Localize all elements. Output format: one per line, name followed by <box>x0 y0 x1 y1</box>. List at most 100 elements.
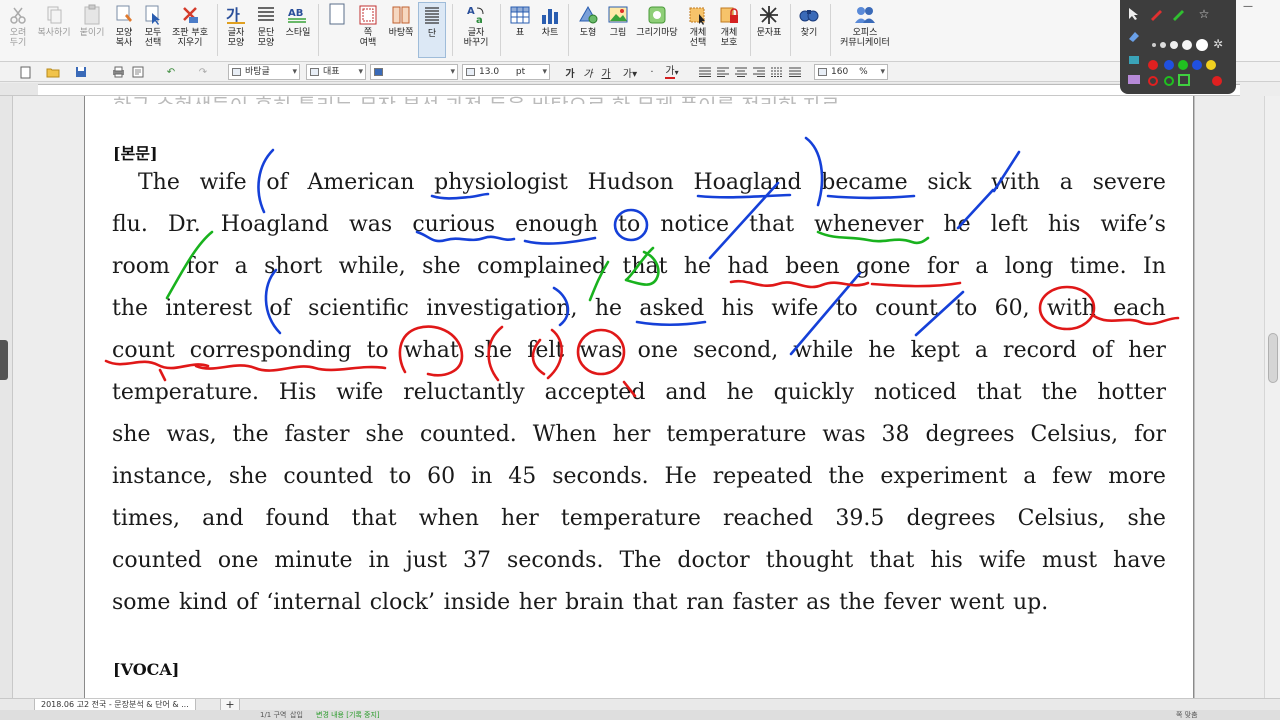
symbol-button[interactable]: 문자표 <box>754 2 784 58</box>
open-button[interactable] <box>40 64 66 80</box>
passage-line[interactable]: the interest of scientific investigation, he a… <box>112 288 1166 330</box>
strike-button[interactable]: 가▾ <box>618 64 642 80</box>
undo-icon: ↶ <box>166 66 176 78</box>
passage-line[interactable]: instance, she counted to 60 in 45 seconds. He rep… <box>112 456 1166 498</box>
page-margin-button[interactable]: 쪽 여백 <box>352 2 384 58</box>
scrollbar-thumb[interactable] <box>1268 333 1278 383</box>
vertical-scrollbar[interactable] <box>1264 96 1280 700</box>
cut-button[interactable]: 오려 두기 <box>2 2 34 58</box>
preview-button[interactable] <box>128 64 148 80</box>
color-blue-dot[interactable] <box>1164 60 1174 70</box>
font-size-select[interactable]: 13.0 pt <box>462 64 550 80</box>
svg-text:A: A <box>467 6 475 17</box>
zoom-select[interactable]: 160 % <box>814 64 888 80</box>
font-select[interactable] <box>370 64 458 80</box>
format-copy-button[interactable]: 모양 복사 <box>110 2 138 58</box>
side-panel-handle[interactable] <box>0 340 8 380</box>
new-doc-button[interactable] <box>14 64 38 80</box>
master-page-button[interactable]: 바탕쪽 <box>386 2 416 58</box>
passage-word: that <box>622 254 668 279</box>
color-red-dot[interactable] <box>1148 60 1158 70</box>
align-left-button[interactable] <box>716 64 730 80</box>
undo-button[interactable]: ↶ <box>156 64 186 80</box>
eraser-tool[interactable] <box>1124 26 1144 46</box>
align-distribute-button[interactable] <box>770 64 784 80</box>
minimize-button[interactable]: — <box>1238 0 1258 12</box>
shape-button[interactable]: 도형 <box>574 2 602 58</box>
size-xs-dot[interactable] <box>1152 43 1156 47</box>
object-protect-label: 개체 보호 <box>720 28 738 48</box>
passage-line[interactable]: room for a short while, she complained that he ha… <box>112 246 1166 288</box>
style-select[interactable]: 바탕글 <box>228 64 300 80</box>
align-split-button[interactable] <box>788 64 802 80</box>
passage-word: one <box>637 338 679 363</box>
style-button[interactable]: AB 스타일 <box>282 2 314 58</box>
align-center-button[interactable] <box>734 64 748 80</box>
pen-green-tool[interactable] <box>1168 4 1188 24</box>
passage-line[interactable]: temperature. His wife reluctantly accepted an… <box>112 372 1166 414</box>
columns-button[interactable]: 단 <box>418 2 446 58</box>
passage-line[interactable]: she was, the faster she counted. When her temper… <box>112 414 1166 456</box>
select-all-button[interactable]: 모두 선택 <box>140 2 166 58</box>
color-blue2-dot[interactable] <box>1192 60 1202 70</box>
passage-word: his <box>1047 212 1081 237</box>
screen-tool[interactable] <box>1124 70 1144 90</box>
settings-tool[interactable]: ✲ <box>1210 36 1226 52</box>
size-m-dot[interactable] <box>1170 41 1178 49</box>
underline-button[interactable]: 가 <box>598 64 614 80</box>
color-green-dot[interactable] <box>1178 60 1188 70</box>
size-s-dot[interactable] <box>1160 42 1166 48</box>
passage-line[interactable]: counted one minute in just 37 seconds. The docto… <box>112 540 1166 582</box>
para-shape-button[interactable]: 문단 모양 <box>252 2 280 58</box>
passage-word: the <box>232 422 269 447</box>
communicator-button[interactable]: 오피스 커뮤니케이터 <box>834 2 896 58</box>
picture-button[interactable]: 그림 <box>604 2 632 58</box>
save-button[interactable] <box>68 64 94 80</box>
passage-word: he <box>943 212 971 237</box>
object-protect-button[interactable]: 개체 보호 <box>714 2 744 58</box>
chart-button[interactable]: 차트 <box>536 2 564 58</box>
find-button[interactable]: 찾기 <box>794 2 824 58</box>
passage-line[interactable]: The wife of American physiologist Hudson Hoagl… <box>112 162 1166 204</box>
align-right-button[interactable] <box>752 64 766 80</box>
passage-line[interactable]: count corresponding to what she felt was one sec… <box>112 330 1166 372</box>
erase-codes-button[interactable]: 조판 부호 지우기 <box>168 2 212 58</box>
ribbon-divider <box>790 4 791 56</box>
passage-word: 37 <box>462 548 491 573</box>
object-select-button[interactable]: 개체 선택 <box>684 2 712 58</box>
bold-button[interactable]: 가 <box>562 64 578 80</box>
highlighter-tool[interactable] <box>1124 50 1144 70</box>
color-yellow-dot[interactable] <box>1206 60 1216 70</box>
ribbon-divider <box>500 4 501 56</box>
replace-char-button[interactable]: Aa 글자 바꾸기 <box>458 2 494 58</box>
outline-green-circle[interactable] <box>1164 76 1174 86</box>
language-select-icon <box>310 68 319 76</box>
table-button[interactable]: 표 <box>506 2 534 58</box>
passage-line[interactable]: flu. Dr. Hoagland was curious enough to notice t… <box>112 204 1166 246</box>
page-view-button[interactable] <box>322 2 352 58</box>
language-select[interactable]: 대표 <box>306 64 366 80</box>
document-page[interactable]: 한국 수험생들이 흔히 틀리는 문장 분석 과정 등을 바탕으로 한 문제 풀이… <box>84 94 1194 700</box>
pointer-tool[interactable] <box>1124 4 1144 24</box>
print-button[interactable] <box>108 64 128 80</box>
size-xl-dot[interactable] <box>1196 39 1208 51</box>
pen-red-tool[interactable] <box>1146 4 1166 24</box>
italic-button[interactable]: 가 <box>580 64 596 80</box>
size-l-dot[interactable] <box>1182 40 1192 50</box>
outline-red-circle[interactable] <box>1148 76 1158 86</box>
vertical-ruler[interactable] <box>0 96 13 698</box>
redo-button[interactable]: ↷ <box>188 64 218 80</box>
char-shape-button[interactable]: 가 글자 모양 <box>222 2 250 58</box>
copy-button[interactable]: 복사하기 <box>36 2 72 58</box>
text-color-button[interactable]: 가 ▾ <box>660 64 684 80</box>
align-justify-button[interactable] <box>698 64 712 80</box>
passage-text[interactable]: The wife of American physiologist Hudson Hoagl… <box>112 162 1166 624</box>
passage-line[interactable]: some kind of ‘internal clock’ inside her brain t… <box>112 582 1166 624</box>
star-tool[interactable]: ☆ <box>1194 4 1214 24</box>
char-spacing-button[interactable]: · <box>644 64 660 80</box>
outline-green-square[interactable] <box>1178 74 1190 86</box>
paste-button[interactable]: 붙이기 <box>76 2 108 58</box>
close-palette-dot[interactable] <box>1212 76 1222 86</box>
passage-line[interactable]: times, and found that when her temperature reac… <box>112 498 1166 540</box>
clipart-button[interactable]: 그리기마당 <box>634 2 680 58</box>
